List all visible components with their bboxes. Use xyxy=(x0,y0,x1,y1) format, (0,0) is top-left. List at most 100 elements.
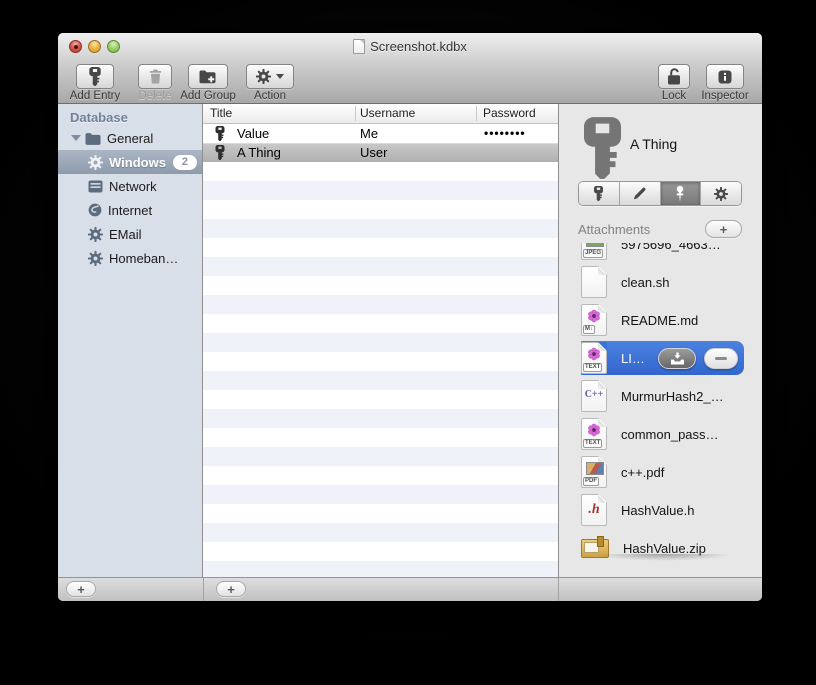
lock-button[interactable] xyxy=(658,64,690,89)
sidebar-item-label: General xyxy=(107,130,154,146)
attachment-name: HashValue.h xyxy=(621,502,695,518)
add-attachment-button[interactable]: + xyxy=(705,220,742,238)
plus-icon: + xyxy=(77,581,85,597)
lock-open-icon xyxy=(667,68,681,85)
key-icon xyxy=(584,117,621,179)
document-icon xyxy=(353,39,366,54)
zip-file-icon xyxy=(581,535,609,558)
flower-icon xyxy=(587,347,601,361)
column-header-username[interactable]: Username xyxy=(360,106,415,120)
key-icon xyxy=(594,186,603,201)
attachments-list: JPEG 5975696_4663… clean.sh M↓ README.md… xyxy=(581,243,746,561)
tab-edit[interactable] xyxy=(619,182,661,205)
photo-thumbnail-icon xyxy=(586,243,604,247)
text-file-icon: TEXT xyxy=(581,418,607,450)
sidebar-item-email[interactable]: EMail xyxy=(58,222,202,246)
minus-icon xyxy=(715,356,727,360)
sidebar-item-network[interactable]: Network xyxy=(58,174,202,198)
cell-password: •••••••• xyxy=(484,126,526,140)
sidebar-item-internet[interactable]: Internet xyxy=(58,198,202,222)
file-type-badge: TEXT xyxy=(583,363,603,372)
key-icon xyxy=(89,67,101,86)
column-header-password[interactable]: Password xyxy=(483,106,536,120)
bottom-bar: + + xyxy=(58,577,762,601)
attachment-item[interactable]: clean.sh xyxy=(581,265,746,299)
inspector-panel: A Thing Attachments + JPEG 5975696_4663…… xyxy=(558,104,762,577)
panel-divider xyxy=(203,578,204,601)
titlebar[interactable]: Screenshot.kdbx xyxy=(58,39,762,54)
file-type-badge: PDF xyxy=(583,477,599,486)
folder-icon xyxy=(85,132,101,145)
tab-attachments[interactable] xyxy=(660,182,702,205)
sidebar-item-label: Network xyxy=(109,178,157,194)
text-file-icon: TEXT xyxy=(581,342,607,374)
chevron-down-icon xyxy=(276,74,284,83)
add-group-button[interactable] xyxy=(188,64,228,89)
attachment-item[interactable]: PDF c++.pdf xyxy=(581,455,746,489)
attachment-name: c++.pdf xyxy=(621,464,665,480)
add-group-footer-button[interactable]: + xyxy=(66,581,96,597)
disclosure-triangle-icon[interactable] xyxy=(71,135,81,146)
add-entry-label: Add Entry xyxy=(69,90,121,102)
action-label: Action xyxy=(254,90,286,102)
column-divider[interactable] xyxy=(476,106,477,121)
attachment-item[interactable]: TEXT common_pass… xyxy=(581,417,746,451)
key-icon xyxy=(215,126,225,141)
remove-attachment-button[interactable] xyxy=(704,347,738,369)
attachments-label: Attachments xyxy=(578,222,651,237)
inspector-button[interactable] xyxy=(706,64,744,89)
attachment-item[interactable]: .h HashValue.h xyxy=(581,493,746,527)
attachment-name: README.md xyxy=(621,312,699,328)
cpp-file-icon: C++ xyxy=(581,380,607,412)
attachment-item[interactable]: HashValue.zip xyxy=(581,531,746,561)
table-header: Title Username Password xyxy=(203,104,558,124)
jpeg-file-icon: JPEG xyxy=(581,243,607,260)
attachment-item[interactable]: JPEG 5975696_4663… xyxy=(581,243,746,261)
add-group-label: Add Group xyxy=(180,90,236,102)
add-entry-button[interactable] xyxy=(76,64,114,89)
sidebar-item-general[interactable]: General xyxy=(58,126,202,150)
inspector-tabs xyxy=(578,181,742,206)
group-sidebar: Database General Windows 2 Network Inter… xyxy=(58,104,203,577)
entry-count-badge: 2 xyxy=(172,154,197,170)
add-entry-footer-button[interactable]: + xyxy=(216,581,246,597)
attachment-name: 5975696_4663… xyxy=(621,243,721,252)
cell-title: Value xyxy=(237,126,270,141)
info-icon xyxy=(718,70,732,84)
sidebar-item-label: Homeban… xyxy=(109,250,179,266)
flower-icon xyxy=(587,309,601,323)
attachment-item-selected[interactable]: TEXT LI… xyxy=(581,341,744,375)
action-button[interactable] xyxy=(246,64,294,89)
column-header-title[interactable]: Title xyxy=(210,106,232,120)
gear-icon xyxy=(256,69,271,84)
gear-icon xyxy=(714,187,728,201)
app-window: Screenshot.kdbx Add Entry Delete Add Gro… xyxy=(58,33,762,601)
gear-icon xyxy=(88,155,103,170)
sidebar-item-label: Internet xyxy=(108,202,153,218)
file-type-badge: M↓ xyxy=(583,325,595,334)
delete-button[interactable] xyxy=(138,64,172,89)
sidebar-item-label: Windows xyxy=(109,154,166,170)
server-icon xyxy=(88,180,103,193)
cell-username: Me xyxy=(360,126,379,141)
attachment-item[interactable]: M↓ README.md xyxy=(581,303,746,337)
sidebar-section-header: Database xyxy=(70,110,128,125)
flower-icon xyxy=(587,423,601,437)
trash-icon xyxy=(149,69,162,84)
cpp-glyph: C++ xyxy=(584,389,604,400)
sidebar-item-homebanking[interactable]: Homeban… xyxy=(58,246,202,270)
attachment-item[interactable]: C++ MurmurHash2_… xyxy=(581,379,746,413)
tab-settings[interactable] xyxy=(701,182,741,205)
table-row-selected[interactable]: A Thing User xyxy=(203,143,558,162)
column-divider[interactable] xyxy=(355,106,356,121)
table-body: Value Me •••••••• A Thing User xyxy=(203,124,558,577)
table-row[interactable]: Value Me •••••••• xyxy=(203,124,558,143)
pushpin-icon xyxy=(674,185,686,202)
export-attachment-button[interactable] xyxy=(658,347,696,369)
tab-general[interactable] xyxy=(579,182,620,205)
pdf-file-icon: PDF xyxy=(581,456,607,488)
header-file-icon: .h xyxy=(581,494,607,526)
desktop: { "window": { "title": "Screenshot.kdbx"… xyxy=(0,0,816,685)
attachment-name: MurmurHash2_… xyxy=(621,388,724,404)
sidebar-item-windows[interactable]: Windows 2 xyxy=(58,150,202,174)
